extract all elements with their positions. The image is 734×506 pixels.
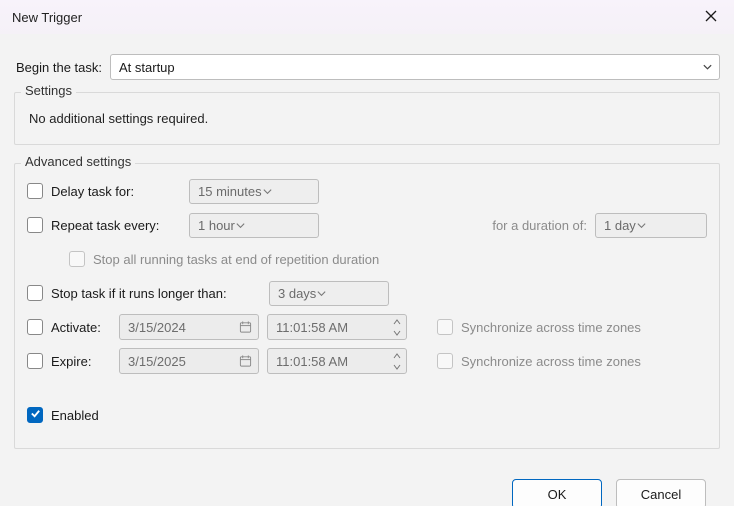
enabled-checkbox[interactable]: [27, 407, 43, 423]
calendar-icon: [239, 321, 252, 334]
chevron-down-icon: [390, 327, 404, 338]
activate-date-value: 3/15/2024: [128, 320, 186, 335]
time-spinner[interactable]: [390, 316, 404, 338]
expire-date-value: 3/15/2025: [128, 354, 186, 369]
chevron-down-icon: [390, 361, 404, 372]
close-icon: [705, 10, 717, 25]
window-title: New Trigger: [12, 10, 82, 25]
sync-activate-label: Synchronize across time zones: [461, 320, 641, 335]
stop-all-checkbox[interactable]: [69, 251, 85, 267]
duration-value: 1 day: [604, 218, 636, 233]
delay-value: 15 minutes: [198, 184, 262, 199]
cancel-label: Cancel: [641, 487, 681, 502]
delay-label: Delay task for:: [51, 184, 181, 199]
activate-time-value: 11:01:58 AM: [276, 320, 348, 335]
ok-button[interactable]: OK: [512, 479, 602, 506]
duration-label: for a duration of:: [492, 218, 587, 233]
duration-combo[interactable]: 1 day: [595, 213, 707, 238]
chevron-up-icon: [390, 316, 404, 327]
stop-long-checkbox[interactable]: [27, 285, 43, 301]
begin-task-label: Begin the task:: [16, 60, 102, 75]
chevron-down-icon: [316, 288, 327, 299]
ok-label: OK: [548, 487, 567, 502]
begin-task-select[interactable]: At startup: [110, 54, 720, 80]
titlebar: New Trigger: [0, 0, 734, 34]
time-spinner[interactable]: [390, 350, 404, 372]
calendar-icon: [239, 355, 252, 368]
stop-long-combo[interactable]: 3 days: [269, 281, 389, 306]
chevron-down-icon: [235, 220, 246, 231]
check-icon: [30, 408, 41, 422]
activate-label: Activate:: [51, 320, 111, 335]
settings-legend: Settings: [21, 83, 76, 98]
stop-all-label: Stop all running tasks at end of repetit…: [93, 252, 379, 267]
advanced-settings-group: Advanced settings Delay task for: 15 min…: [14, 163, 720, 449]
expire-label: Expire:: [51, 354, 111, 369]
delay-combo[interactable]: 15 minutes: [189, 179, 319, 204]
activate-date-field[interactable]: 3/15/2024: [119, 314, 259, 340]
repeat-combo[interactable]: 1 hour: [189, 213, 319, 238]
settings-group: Settings No additional settings required…: [14, 92, 720, 145]
repeat-label: Repeat task every:: [51, 218, 181, 233]
sync-expire-label: Synchronize across time zones: [461, 354, 641, 369]
stop-long-value: 3 days: [278, 286, 316, 301]
enabled-label: Enabled: [51, 408, 99, 423]
expire-checkbox[interactable]: [27, 353, 43, 369]
delay-checkbox[interactable]: [27, 183, 43, 199]
sync-activate-checkbox[interactable]: [437, 319, 453, 335]
begin-task-value: At startup: [119, 60, 175, 75]
expire-date-field[interactable]: 3/15/2025: [119, 348, 259, 374]
expire-time-value: 11:01:58 AM: [276, 354, 348, 369]
chevron-down-icon: [702, 62, 713, 73]
advanced-legend: Advanced settings: [21, 154, 135, 169]
cancel-button[interactable]: Cancel: [616, 479, 706, 506]
expire-time-field[interactable]: 11:01:58 AM: [267, 348, 407, 374]
chevron-down-icon: [636, 220, 647, 231]
activate-time-field[interactable]: 11:01:58 AM: [267, 314, 407, 340]
close-button[interactable]: [688, 0, 734, 34]
repeat-value: 1 hour: [198, 218, 235, 233]
repeat-checkbox[interactable]: [27, 217, 43, 233]
settings-note: No additional settings required.: [27, 105, 707, 130]
activate-checkbox[interactable]: [27, 319, 43, 335]
chevron-down-icon: [262, 186, 273, 197]
sync-expire-checkbox[interactable]: [437, 353, 453, 369]
stop-long-label: Stop task if it runs longer than:: [51, 286, 261, 301]
chevron-up-icon: [390, 350, 404, 361]
new-trigger-dialog: New Trigger Begin the task: At startup S…: [0, 0, 734, 506]
